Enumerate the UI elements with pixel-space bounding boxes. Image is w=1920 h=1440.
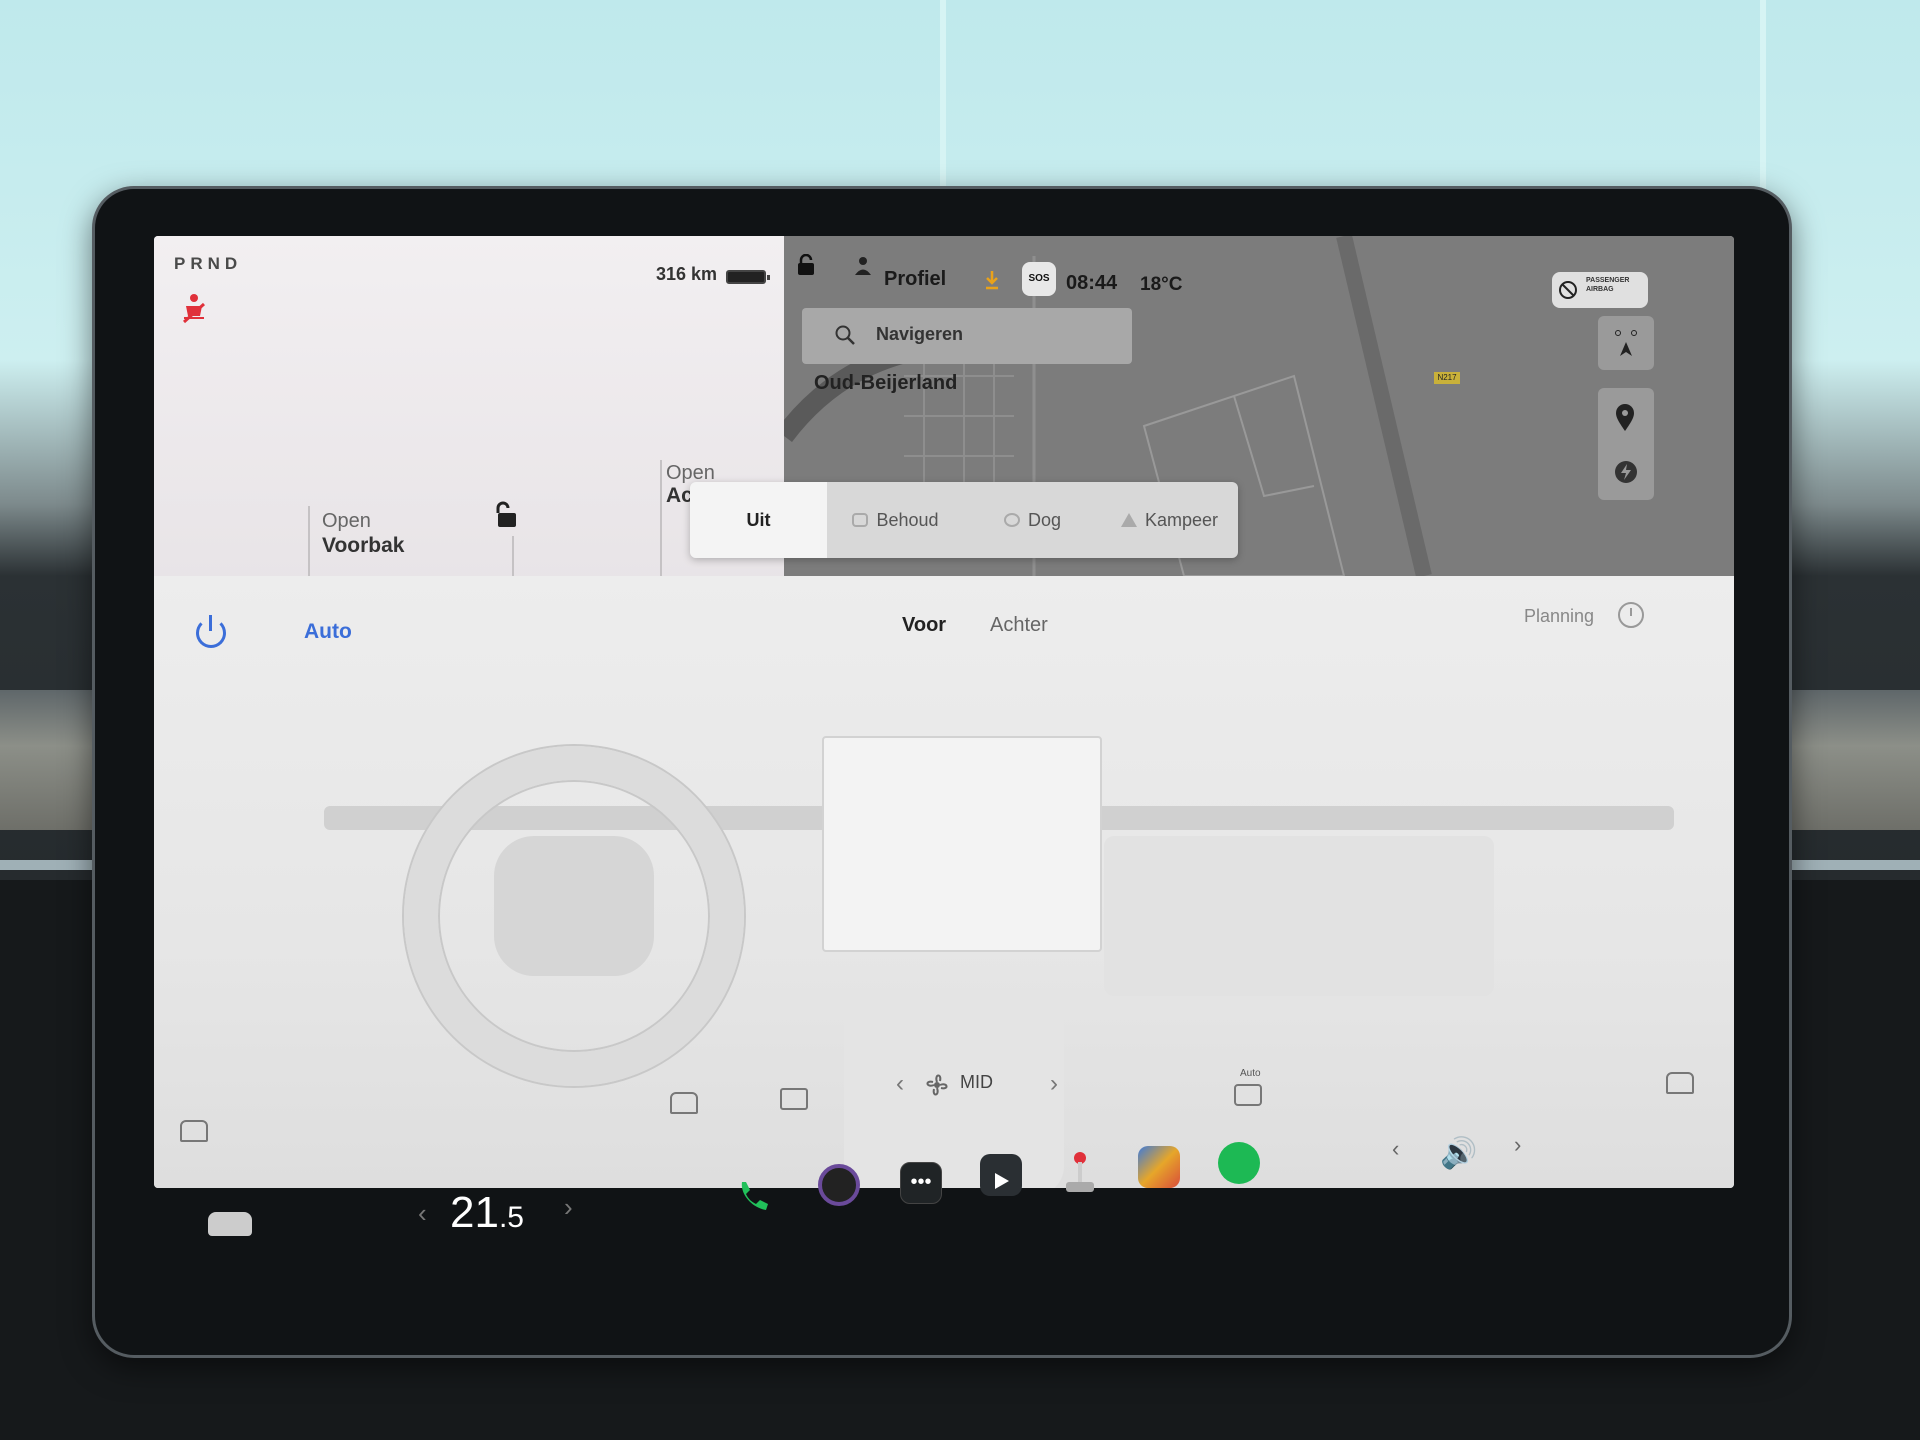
mode-off[interactable]: Uit <box>690 482 827 558</box>
mode-camp-label: Kampeer <box>1144 509 1219 530</box>
fan-icon <box>852 513 869 527</box>
arcade-icon[interactable] <box>1138 1146 1180 1188</box>
volume-up-chevron-icon[interactable]: › <box>1514 1132 1521 1158</box>
mode-off-label: Uit <box>746 509 771 530</box>
rear-trunk-name[interactable]: Ac <box>666 484 693 508</box>
airbag-label: PASSENGER AIRBAG <box>1586 277 1630 293</box>
battery-icon <box>726 270 770 284</box>
map-city-label: Oud-Beijerland <box>814 372 958 394</box>
mode-dog[interactable]: Dog <box>964 482 1101 558</box>
rear-defrost-icon[interactable] <box>780 1088 808 1110</box>
tent-icon <box>1120 513 1137 527</box>
seat-heater-left-icon[interactable] <box>180 1120 208 1142</box>
temp-whole: 21 <box>450 1188 499 1237</box>
recirculation-icon[interactable] <box>1234 1084 1262 1106</box>
gear-indicator: PRND <box>174 254 243 273</box>
tab-front[interactable]: Voor <box>902 614 946 637</box>
camera-icon[interactable] <box>818 1164 860 1206</box>
fan-speed: MID <box>960 1072 993 1092</box>
range-readout: 316 km <box>656 264 718 284</box>
play-icon <box>995 1173 1009 1189</box>
cabin-temperature[interactable]: 21.5 <box>450 1188 524 1238</box>
mode-camp[interactable]: Kampeer <box>1101 482 1238 558</box>
road-number-tag: N217 <box>1434 372 1460 384</box>
clock-icon[interactable] <box>1618 602 1644 628</box>
temp-decimal: .5 <box>498 1201 524 1234</box>
seat-heater-right-icon[interactable] <box>1666 1072 1694 1094</box>
search-icon <box>835 325 855 345</box>
climate-auto-button[interactable]: Auto <box>304 620 352 644</box>
profile-icon[interactable] <box>854 256 872 276</box>
outside-temperature: 18°C <box>1140 274 1183 295</box>
lock-icon[interactable] <box>796 254 816 276</box>
interior-center-display <box>822 736 1102 952</box>
charging-icon[interactable] <box>1614 460 1638 484</box>
divider <box>660 460 662 580</box>
temp-increase-chevron-icon[interactable]: › <box>564 1192 573 1223</box>
volume-icon[interactable]: 🔊 <box>1440 1136 1477 1171</box>
temp-decrease-chevron-icon[interactable]: ‹ <box>418 1198 427 1229</box>
search-placeholder: Navigeren <box>876 324 964 344</box>
divider <box>308 506 310 580</box>
compass-icon <box>1615 330 1637 356</box>
planning-button[interactable]: Planning <box>1524 606 1594 627</box>
touchscreen: PRND 316 km Open Voorbak Open Ac Profiel… <box>154 236 1734 1188</box>
volume-down-chevron-icon[interactable]: ‹ <box>1392 1136 1399 1162</box>
seatbelt-warning-icon <box>182 294 206 324</box>
interior-console <box>844 996 1064 1188</box>
sos-button[interactable]: SOS <box>1022 262 1056 296</box>
steering-hub <box>494 836 654 976</box>
mode-dog-label: Dog <box>1027 509 1062 530</box>
car-icon[interactable] <box>208 1212 252 1236</box>
tab-rear[interactable]: Achter <box>990 614 1048 637</box>
paw-icon <box>1003 513 1020 527</box>
mode-keep[interactable]: Behoud <box>827 482 964 558</box>
mode-keep-label: Behoud <box>876 509 939 530</box>
airbag-off-icon <box>1559 281 1577 299</box>
pin-icon[interactable] <box>1614 404 1636 432</box>
clock: 08:44 <box>1066 272 1118 294</box>
fan-decrease-chevron-icon[interactable]: ‹ <box>896 1070 904 1098</box>
recirculation-auto-label: Auto <box>1240 1068 1261 1079</box>
front-defrost-icon[interactable] <box>670 1092 698 1114</box>
toybox-joystick-icon[interactable] <box>1062 1150 1098 1196</box>
climate-power-icon[interactable] <box>196 615 226 648</box>
front-trunk-open-label[interactable]: Open <box>322 510 371 533</box>
interior-glovebox <box>1104 836 1494 996</box>
fan-icon <box>926 1074 948 1096</box>
climate-keeper-selector: Uit Behoud Dog Kampeer <box>690 482 1238 558</box>
front-trunk-name[interactable]: Voorbak <box>322 534 404 558</box>
spotify-icon[interactable] <box>1218 1142 1260 1184</box>
more-apps-icon[interactable]: ••• <box>900 1162 942 1204</box>
fan-increase-chevron-icon[interactable]: › <box>1050 1070 1058 1098</box>
unlock-icon[interactable] <box>494 500 520 530</box>
divider <box>512 536 514 580</box>
download-icon[interactable] <box>984 270 1000 290</box>
profile-button[interactable]: Profiel <box>884 268 946 291</box>
phone-icon[interactable] <box>734 1176 774 1216</box>
